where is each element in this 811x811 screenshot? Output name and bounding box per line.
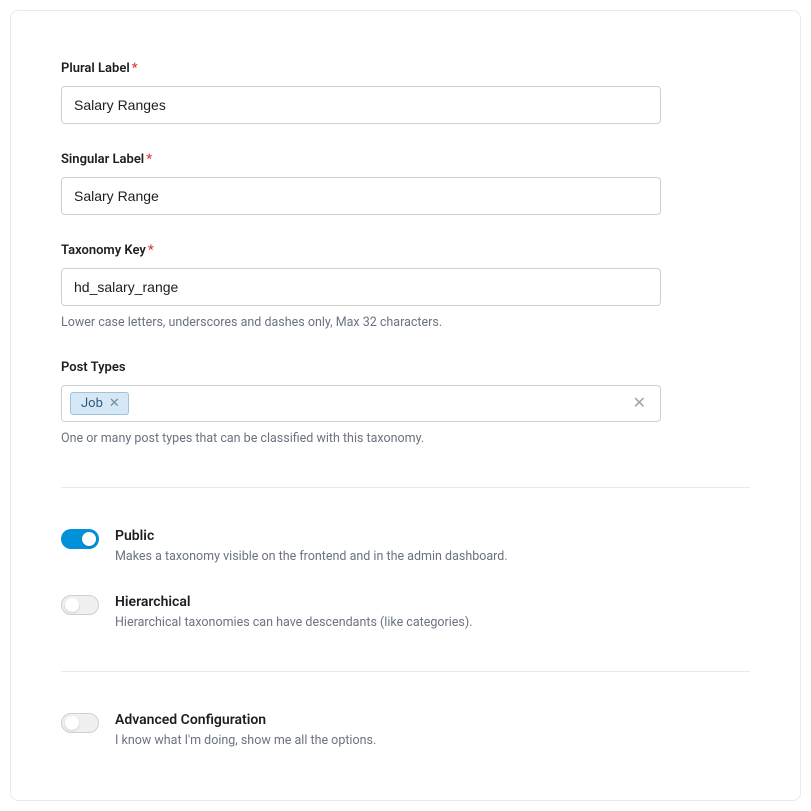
hierarchical-desc: Hierarchical taxonomies can have descend… [115,614,473,632]
required-star: * [132,61,138,76]
field-post-types: Post Types Job ✕ ✕ One or many post type… [61,360,750,448]
advanced-content: Advanced Configuration I know what I'm d… [115,712,376,750]
public-content: Public Makes a taxonomy visible on the f… [115,528,508,566]
required-star: * [148,243,154,258]
public-title: Public [115,528,508,544]
divider [61,487,750,488]
divider [61,671,750,672]
post-types-input[interactable]: Job ✕ ✕ [61,385,661,422]
toggle-row-advanced: Advanced Configuration I know what I'm d… [61,712,750,750]
token-remove-icon[interactable]: ✕ [109,397,120,410]
toggle-knob [65,716,79,730]
hierarchical-toggle[interactable] [61,595,99,615]
hierarchical-title: Hierarchical [115,594,473,610]
toggle-row-public: Public Makes a taxonomy visible on the f… [61,528,750,566]
field-plural-label: Plural Label* [61,61,750,124]
advanced-title: Advanced Configuration [115,712,376,728]
plural-label-input[interactable] [61,86,661,124]
clear-all-icon[interactable]: ✕ [627,395,652,411]
toggle-knob [65,598,79,612]
field-singular-label: Singular Label* [61,152,750,215]
singular-label-label: Singular Label* [61,152,750,167]
form-card: Plural Label* Singular Label* Taxonomy K… [10,10,801,801]
advanced-toggle[interactable] [61,713,99,733]
plural-label-label: Plural Label* [61,61,750,76]
post-types-label: Post Types [61,360,750,375]
token-label: Job [81,396,103,411]
public-desc: Makes a taxonomy visible on the frontend… [115,548,508,566]
public-toggle[interactable] [61,529,99,549]
required-star: * [146,152,152,167]
post-type-token[interactable]: Job ✕ [70,392,129,415]
taxonomy-key-label: Taxonomy Key* [61,243,750,258]
taxonomy-key-input[interactable] [61,268,661,306]
hierarchical-content: Hierarchical Hierarchical taxonomies can… [115,594,473,632]
toggle-knob [82,532,96,546]
toggle-row-hierarchical: Hierarchical Hierarchical taxonomies can… [61,594,750,632]
singular-label-input[interactable] [61,177,661,215]
taxonomy-key-help: Lower case letters, underscores and dash… [61,314,750,332]
advanced-desc: I know what I'm doing, show me all the o… [115,732,376,750]
field-taxonomy-key: Taxonomy Key* Lower case letters, unders… [61,243,750,332]
post-types-help: One or many post types that can be class… [61,430,750,448]
